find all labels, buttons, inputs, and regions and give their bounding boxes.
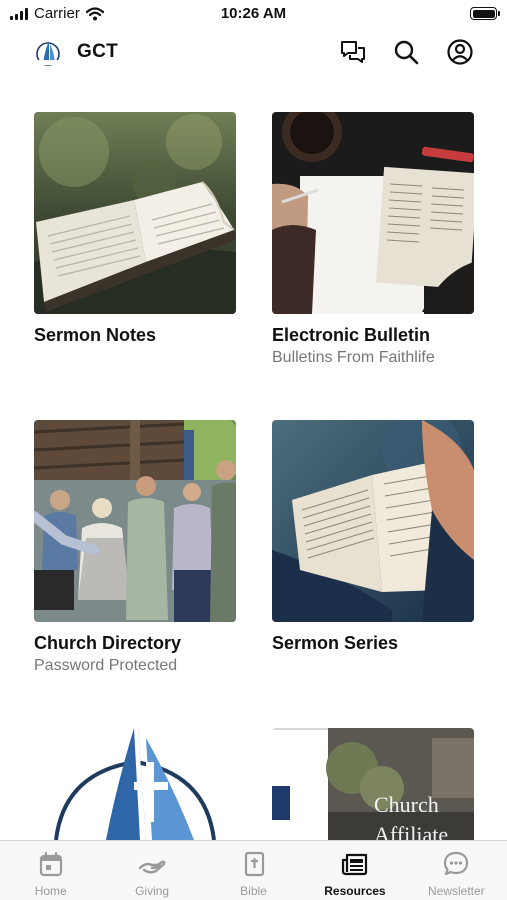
newspaper-icon [341, 853, 368, 876]
card-sermon-series[interactable]: Sermon Series [272, 420, 474, 654]
app-header: GCT [0, 32, 507, 72]
tab-label: Newsletter [427, 884, 485, 898]
status-bar: Carrier 10:26 AM [0, 0, 507, 30]
card-church-affiliate[interactable]: Church Affiliate [272, 728, 474, 840]
card-image [34, 112, 236, 314]
card-image [34, 420, 236, 622]
tab-newsletter[interactable]: Newsletter [406, 841, 507, 900]
tab-giving[interactable]: Giving [101, 841, 202, 900]
tab-bible[interactable]: Bible [203, 841, 304, 900]
sailboat-logo-icon [36, 41, 60, 66]
tab-home[interactable]: Home [0, 841, 101, 900]
card-title: Sermon Series [272, 633, 399, 653]
giving-hand-icon [138, 860, 166, 874]
app-title: GCT [77, 41, 119, 62]
bottom-tab-bar: Home Giving Bible Resources Newsletter [0, 840, 507, 900]
status-time: 10:26 AM [220, 5, 287, 22]
card-sermon-notes[interactable]: Sermon Notes [34, 112, 236, 346]
search-icon[interactable] [392, 38, 420, 66]
tab-label: Giving [135, 884, 170, 898]
chat-bubble-icon [444, 851, 469, 876]
battery-icon [470, 7, 500, 20]
card-electronic-bulletin[interactable]: Electronic Bulletin Bulletins From Faith… [272, 112, 474, 367]
card-gct-logo[interactable] [34, 728, 236, 840]
affiliate-title-line1: Church [374, 792, 439, 817]
tab-label: Bible [240, 884, 267, 898]
card-title: Church Directory [34, 633, 182, 653]
tab-label: Home [34, 884, 67, 898]
calendar-icon [39, 851, 62, 877]
card-image [34, 728, 236, 840]
card-subtitle: Password Protected [34, 657, 178, 674]
card-image [272, 420, 474, 622]
card-title: Electronic Bulletin [272, 325, 431, 345]
account-icon[interactable] [446, 38, 474, 66]
card-image: Church Affiliate [272, 728, 474, 840]
card-title: Sermon Notes [34, 325, 157, 345]
affiliate-title-line2: Affiliate [374, 822, 449, 840]
tab-label: Resources [324, 884, 386, 898]
messages-icon[interactable] [339, 38, 367, 66]
tab-resources[interactable]: Resources [304, 841, 405, 900]
card-subtitle: Bulletins From Faithlife [272, 349, 435, 366]
card-church-directory[interactable]: Church Directory Password Protected [34, 420, 236, 675]
card-image [272, 112, 474, 314]
bible-icon [244, 851, 264, 877]
